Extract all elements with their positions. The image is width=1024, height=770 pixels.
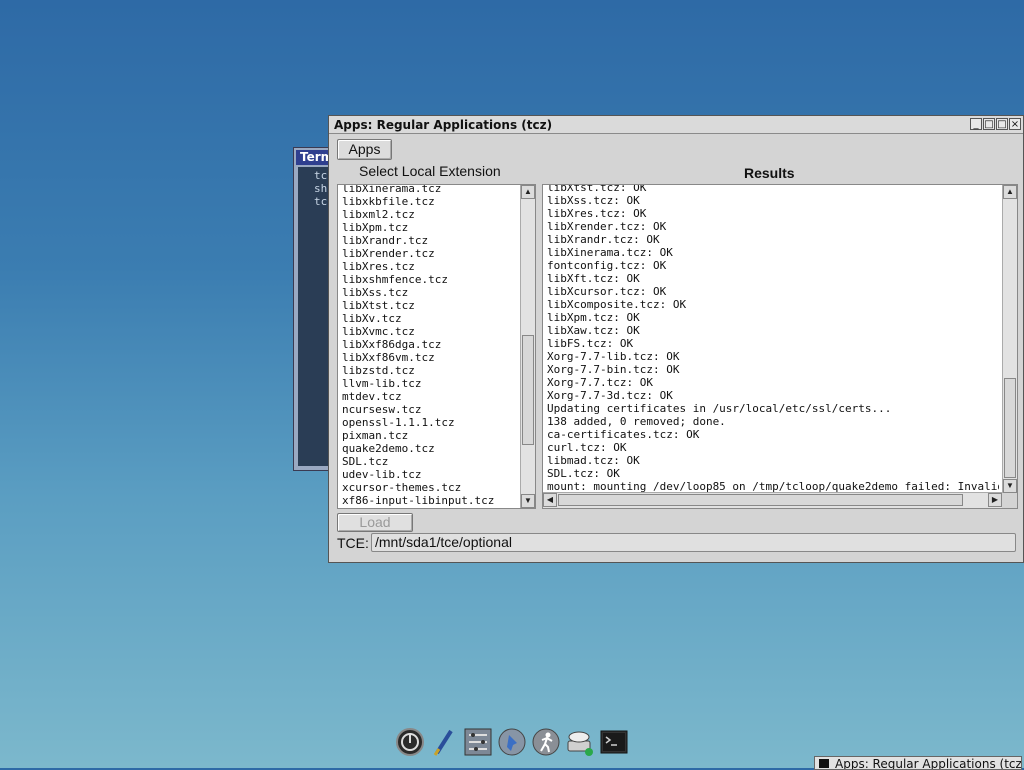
result-line: libXaw.tcz: OK xyxy=(547,324,640,337)
scroll-left-arrow-icon[interactable]: ◀ xyxy=(543,493,557,507)
load-button[interactable]: Load xyxy=(337,513,413,532)
taskbar-item-label: Apps: Regular Applications (tcz) xyxy=(835,757,1022,770)
extension-list-item[interactable]: ncursesw.tcz xyxy=(342,403,494,416)
extension-list-item[interactable]: libXtst.tcz xyxy=(342,299,494,312)
extension-list-item[interactable]: xf86-input-libinput.tcz xyxy=(342,494,494,507)
result-line: Xorg-7.7.tcz: OK xyxy=(547,376,653,389)
extension-list-item[interactable]: libXrender.tcz xyxy=(342,247,494,260)
extension-list-item[interactable]: libxshmfence.tcz xyxy=(342,273,494,286)
result-line: libXtst.tcz: OK xyxy=(547,184,647,194)
extension-list-item[interactable]: libxml2.tcz xyxy=(342,208,494,221)
results-output[interactable]: libXtst.tcz: OK libXss.tcz: OK libXres.tcz… xyxy=(542,184,1018,509)
results-lines: libXtst.tcz: OK libXss.tcz: OK libXres.tcz… xyxy=(547,184,999,493)
result-line: fontconfig.tcz: OK xyxy=(547,259,667,272)
installer-icon[interactable] xyxy=(565,727,595,757)
result-line: libXcursor.tcz: OK xyxy=(547,285,667,298)
extension-list-item[interactable]: udev-lib.tcz xyxy=(342,468,494,481)
close-button[interactable]: × xyxy=(1009,118,1021,130)
tce-label: TCE: xyxy=(337,535,369,551)
scrollbar-thumb[interactable] xyxy=(522,335,534,445)
extension-list-item[interactable]: libXxf86vm.tcz xyxy=(342,351,494,364)
scroll-down-arrow-icon[interactable]: ▼ xyxy=(1003,479,1017,493)
window-title: Apps: Regular Applications (tcz) xyxy=(334,118,553,132)
extension-list-item[interactable]: libxkbfile.tcz xyxy=(342,195,494,208)
result-line: SDL.tcz: OK xyxy=(547,467,620,480)
tce-path-field[interactable]: /mnt/sda1/tce/optional xyxy=(371,533,1016,552)
result-line: Xorg-7.7-lib.tcz: OK xyxy=(547,350,680,363)
result-line: libXss.tcz: OK xyxy=(547,194,640,207)
restore-button[interactable]: □ xyxy=(983,118,995,130)
apps-menu-button[interactable]: Apps xyxy=(337,139,392,160)
extension-list-item[interactable]: mtdev.tcz xyxy=(342,390,494,403)
window-controls: _ □ □ × xyxy=(970,118,1021,130)
extension-list-item[interactable]: libXrandr.tcz xyxy=(342,234,494,247)
scroll-up-arrow-icon[interactable]: ▲ xyxy=(1003,185,1017,199)
result-line: libXft.tcz: OK xyxy=(547,272,640,285)
apps-window: Apps: Regular Applications (tcz) _ □ □ ×… xyxy=(328,115,1024,563)
maximize-button[interactable]: □ xyxy=(996,118,1008,130)
extension-list-scrollbar[interactable]: ▲ ▼ xyxy=(520,185,535,508)
runner-icon[interactable] xyxy=(531,727,561,757)
extension-items: libXinerama.tcz libxkbfile.tcz libxml2.tcz… xyxy=(342,185,494,507)
extension-list-item[interactable]: libXss.tcz xyxy=(342,286,494,299)
result-line: ca-certificates.tcz: OK xyxy=(547,428,700,441)
result-line: 138 added, 0 removed; done. xyxy=(547,415,726,428)
results-horizontal-scrollbar[interactable]: ◀ ▶ xyxy=(543,492,1002,508)
extension-list-item[interactable]: xcursor-themes.tcz xyxy=(342,481,494,494)
extension-list-item[interactable]: libXv.tcz xyxy=(342,312,494,325)
result-line: libmad.tcz: OK xyxy=(547,454,640,467)
extension-list-item[interactable]: libXvmc.tcz xyxy=(342,325,494,338)
result-line: libXcomposite.tcz: OK xyxy=(547,298,687,311)
result-line: libXinerama.tcz: OK xyxy=(547,246,673,259)
power-icon[interactable] xyxy=(395,727,425,757)
results-label: Results xyxy=(744,165,795,181)
result-line: libXpm.tcz: OK xyxy=(547,311,640,324)
mount-tool-icon[interactable] xyxy=(497,727,527,757)
extension-list-item[interactable]: libXres.tcz xyxy=(342,260,494,273)
window-icon xyxy=(819,759,829,768)
scroll-right-arrow-icon[interactable]: ▶ xyxy=(988,493,1002,507)
scroll-down-arrow-icon[interactable]: ▼ xyxy=(521,494,535,508)
result-line: libXrandr.tcz: OK xyxy=(547,233,660,246)
result-line: curl.tcz: OK xyxy=(547,441,627,454)
results-vertical-scrollbar[interactable]: ▲ ▼ xyxy=(1002,185,1017,493)
scroll-up-arrow-icon[interactable]: ▲ xyxy=(521,185,535,199)
select-extension-label: Select Local Extension xyxy=(359,163,501,179)
extension-list-item[interactable]: quake2demo.tcz xyxy=(342,442,494,455)
result-line: libXres.tcz: OK xyxy=(547,207,647,220)
scrollbar-thumb[interactable] xyxy=(1004,378,1016,478)
result-line: libXrender.tcz: OK xyxy=(547,220,667,233)
extension-list-item[interactable]: libXpm.tcz xyxy=(342,221,494,234)
window-titlebar[interactable]: Apps: Regular Applications (tcz) _ □ □ × xyxy=(329,116,1023,134)
terminal-icon[interactable] xyxy=(599,727,629,757)
extension-list-item[interactable]: pixman.tcz xyxy=(342,429,494,442)
extension-list-item[interactable]: llvm-lib.tcz xyxy=(342,377,494,390)
extension-list-item[interactable]: libXinerama.tcz xyxy=(342,185,494,195)
horizontal-scrollbar-thumb[interactable] xyxy=(558,494,963,506)
extension-list-item[interactable]: libXxf86dga.tcz xyxy=(342,338,494,351)
paint-brush-icon[interactable] xyxy=(429,727,459,757)
control-panel-icon[interactable] xyxy=(463,727,493,757)
dock xyxy=(395,727,629,757)
extension-list[interactable]: libXinerama.tcz libxkbfile.tcz libxml2.tcz… xyxy=(337,184,536,509)
scrollbar-corner xyxy=(1002,493,1017,508)
extension-list-item[interactable]: openssl-1.1.1.tcz xyxy=(342,416,494,429)
minimize-button[interactable]: _ xyxy=(970,118,982,130)
result-line: libFS.tcz: OK xyxy=(547,337,634,350)
result-line: Xorg-7.7-3d.tcz: OK xyxy=(547,389,673,402)
result-line: Updating certificates in /usr/local/etc/… xyxy=(547,402,892,415)
extension-list-item[interactable]: libzstd.tcz xyxy=(342,364,494,377)
extension-list-item[interactable]: SDL.tcz xyxy=(342,455,494,468)
result-line: Xorg-7.7-bin.tcz: OK xyxy=(547,363,680,376)
